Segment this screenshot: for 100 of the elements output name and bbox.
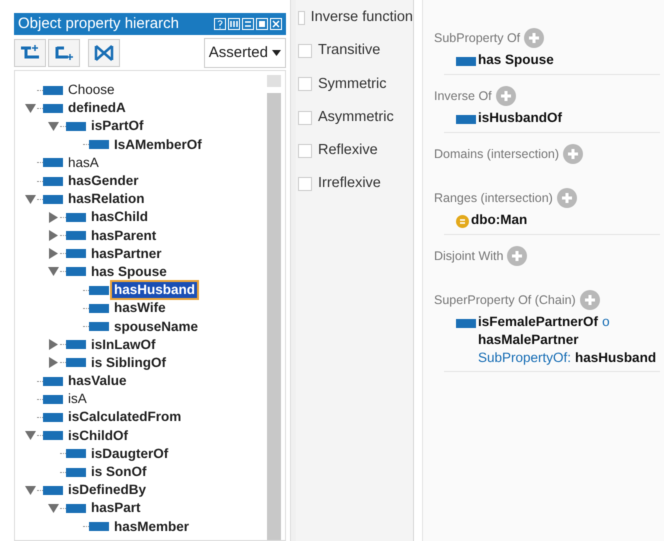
close-icon[interactable] [270,18,282,30]
section-label: Disjoint With [434,248,504,265]
property-icon [89,322,109,332]
checkbox[interactable] [298,44,312,58]
expanded-triangle-icon[interactable] [24,430,36,442]
tree-item[interactable]: hasHusband [112,282,198,298]
tree-item[interactable]: hasWife [112,300,168,316]
tree-item[interactable]: isInLawOf [89,336,158,353]
tree-item[interactable]: has Spouse [89,264,169,280]
checkbox[interactable] [298,177,312,192]
property-icon [456,114,476,124]
property-icon [43,394,63,404]
tree-item[interactable]: is SiblingOf [89,354,168,371]
delete-icon [94,44,114,62]
collapsed-triangle-icon[interactable] [48,357,58,368]
add-subproperty-icon [20,45,40,61]
checkbox[interactable] [298,144,312,158]
section-entry[interactable]: isFemalePartnerOf o hasMalePartner SubPropertyOf: hasHusband [444,313,660,372]
property-icon [66,267,86,276]
add-sibling-property-button[interactable] [48,39,80,67]
checkbox-label: Transitive [318,41,380,60]
expanded-triangle-icon[interactable] [24,484,36,496]
tree-item[interactable]: Choose [66,82,117,98]
tree-item[interactable]: spouseName [112,318,200,335]
property-icon [43,431,63,440]
split-vertical-icon[interactable] [228,18,240,30]
tree-item[interactable]: hasGender [66,173,141,190]
collapsed-triangle-icon[interactable] [48,230,58,242]
section-label: Inverse Of [434,88,492,105]
property-icon [66,212,86,222]
expanded-triangle-icon[interactable] [48,502,58,514]
help-icon[interactable] [214,18,226,30]
property-icon [89,286,109,295]
property-icon [456,318,476,328]
tree-item[interactable]: hasA [66,154,101,171]
tree-item[interactable]: hasPartner [89,246,164,262]
scrollbar[interactable] [267,75,281,540]
add-sub-property-button[interactable] [14,39,46,67]
tree-item[interactable]: hasValue [66,373,129,390]
collapsed-triangle-icon[interactable] [48,339,58,350]
entity-name: isHusbandOf [478,109,562,127]
section-label: SuperProperty Of (Chain) [434,292,576,309]
caret-icon [272,50,281,56]
tree-item[interactable]: is SonOf [89,464,149,480]
checkbox-label: Asymmetric [318,108,394,127]
tree-item[interactable]: isChildOf [66,428,130,444]
tree-item[interactable]: isDaugterOf [89,446,170,462]
expanded-triangle-icon[interactable] [48,120,58,132]
collapsed-triangle-icon[interactable] [48,212,58,223]
collapsed-triangle-icon[interactable] [48,248,58,260]
maximize-icon[interactable] [256,18,268,30]
expanded-triangle-icon[interactable] [24,102,36,114]
tree-item[interactable]: isDefinedBy [66,482,148,498]
checkbox[interactable] [298,77,312,92]
entity-name: has Spouse [478,51,554,69]
property-icon [66,504,86,513]
section-label: Domains (intersection) [434,146,560,163]
add-sibling-icon [54,45,74,61]
property-icon [66,358,86,368]
class-icon [456,214,469,228]
keyword: SubPropertyOf: [478,349,572,367]
tree-item[interactable]: hasMember [112,518,192,535]
tree-item[interactable]: isA [66,391,89,408]
property-icon [66,340,86,350]
entity-name: dbo:Man [471,211,528,229]
entity-name: hasHusband [575,349,656,367]
section-entry[interactable]: dbo:Man [444,211,660,235]
delete-property-button[interactable] [88,39,120,67]
view-mode-dropdown[interactable]: Asserted [204,38,286,68]
property-icon [43,104,63,113]
section-label: Ranges (intersection) [434,190,553,207]
tree-item[interactable]: hasParent [89,228,158,244]
property-icon [66,468,86,477]
section-label: SubProperty Of [434,30,520,47]
expanded-triangle-icon[interactable] [48,266,58,278]
tree-item[interactable]: isCalculatedFrom [66,409,184,426]
tree-item[interactable]: definedA [66,100,128,116]
property-icon [66,231,86,240]
property-icon [66,449,86,458]
section-entry[interactable]: isHusbandOf [444,109,660,133]
panel-title: Object property hierarch [18,14,180,34]
property-icon [66,249,86,258]
property-icon [43,158,63,168]
property-icon [89,304,109,313]
property-icon [43,486,63,495]
tree-item[interactable]: isPartOf [89,118,146,134]
checkbox[interactable] [298,10,305,25]
tree-item[interactable]: IsAMemberOf [112,136,204,153]
expanded-triangle-icon[interactable] [24,194,36,205]
tree-item[interactable]: hasRelation [66,191,147,208]
entity-name: isFemalePartnerOf [478,313,598,331]
property-icon [43,176,63,186]
property-icon [43,194,63,204]
section-entry[interactable]: has Spouse [444,51,660,75]
checkbox[interactable] [298,110,312,125]
keyword: o [602,313,610,331]
property-icon [43,86,63,95]
tree-item[interactable]: hasChild [89,209,150,226]
split-horizontal-icon[interactable] [242,18,254,30]
tree-item[interactable]: hasPart [89,500,143,516]
